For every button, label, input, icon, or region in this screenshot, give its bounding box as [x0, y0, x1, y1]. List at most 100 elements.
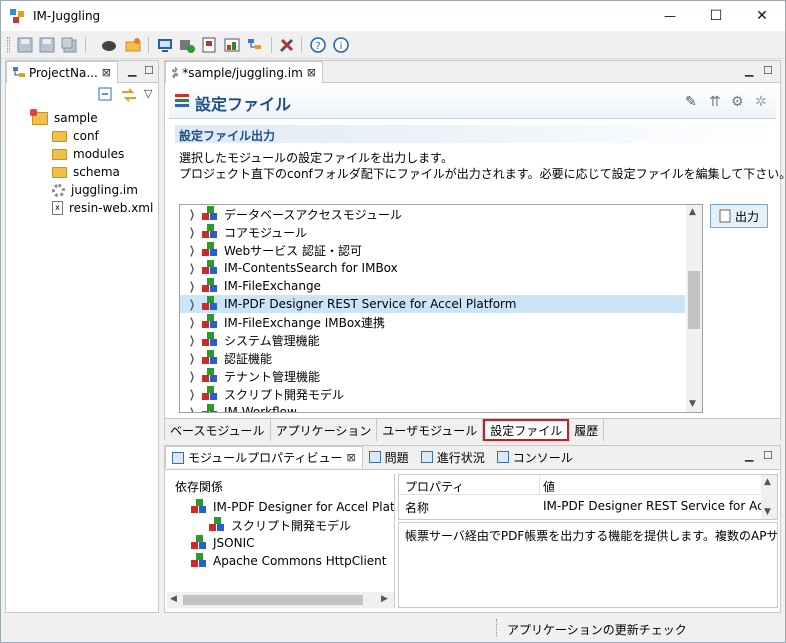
expand-chevron-icon[interactable]: ❯ [187, 244, 197, 257]
module-list-item[interactable]: ❯ データベースアクセスモジュール [180, 205, 685, 223]
expand-chevron-icon[interactable]: ❯ [187, 388, 197, 401]
bottom-tab[interactable]: ユーザモジュール [377, 419, 484, 441]
properties-tab[interactable]: 進行状況 [415, 446, 491, 468]
module-list-item[interactable]: ❯ システム管理機能 [180, 331, 685, 349]
save-all-icon[interactable] [59, 35, 79, 55]
module-icon [202, 206, 218, 222]
expand-chevron-icon[interactable]: ❯ [187, 226, 197, 239]
expand-chevron-icon[interactable]: ❯ [187, 208, 197, 221]
tree-item[interactable]: modules [6, 145, 124, 163]
module-list-scrollbar[interactable]: ▲ ▼ [686, 205, 702, 412]
module-list-item[interactable]: ❯ IM-FileExchange [180, 277, 685, 295]
link-editor-icon[interactable] [120, 87, 138, 103]
module-list-item[interactable]: ❯ Webサービス 認証・認可 [180, 241, 685, 259]
tab-project-navigator[interactable]: ProjectNa... ⊠ [6, 61, 118, 83]
module-list-item[interactable]: ❯ IM-FileExchange IMBox連携 [180, 313, 685, 331]
hscroll-thumb[interactable] [183, 595, 363, 605]
expand-chevron-icon[interactable]: ❯ [187, 352, 197, 365]
export-arrow-icon[interactable]: ⇈ [709, 94, 721, 110]
save-icon[interactable] [15, 35, 35, 55]
minimize-view-icon[interactable]: ▁ [128, 64, 136, 77]
tools-icon[interactable] [277, 35, 297, 55]
image-icon[interactable] [222, 35, 242, 55]
module-list-item[interactable]: ❯ IM-Workflow [180, 403, 685, 413]
close-tab-icon[interactable]: ⊠ [102, 66, 111, 79]
module-list-item[interactable]: ❯ テナント管理機能 [180, 367, 685, 385]
expand-chevron-icon[interactable]: ❯ [187, 370, 197, 383]
module-list-item[interactable]: ❯ IM-PDF Designer REST Service for Accel … [180, 295, 685, 313]
help-icon[interactable]: ? [308, 35, 328, 55]
expand-chevron-icon[interactable]: ❯ [187, 298, 197, 311]
open-folder-icon[interactable] [123, 35, 143, 55]
project-navigator-pane: ProjectNa... ⊠ ▁ ☐ ▽ sample conf modules sc… [5, 60, 159, 613]
properties-tab[interactable]: コンソール [491, 446, 579, 468]
add-module-icon[interactable] [177, 35, 197, 55]
scroll-up-icon[interactable]: ▲ [764, 477, 771, 487]
tree-item[interactable]: x resin-web.xml [6, 199, 153, 217]
expand-chevron-icon[interactable]: ❯ [187, 316, 197, 329]
deploy-icon[interactable] [99, 35, 119, 55]
bottom-tab[interactable]: 履歴 [569, 419, 605, 441]
expand-chevron-icon[interactable]: ❯ [187, 406, 197, 413]
view-menu-icon[interactable]: ▽ [144, 87, 152, 100]
property-row[interactable]: 名称 IM-PDF Designer REST Service for Ac..… [399, 496, 777, 516]
module-list-item[interactable]: ❯ 認証機能 [180, 349, 685, 367]
bottom-tab-strip: ベースモジュール アプリケーション ユーザモジュール 設定ファイル 履歴 [165, 419, 780, 441]
module-list-item[interactable]: ❯ IM-ContentsSearch for IMBox [180, 259, 685, 277]
output-button[interactable]: 出力 [710, 204, 768, 228]
dependency-hscrollbar[interactable]: ◀ ▶ [167, 592, 394, 608]
maximize-button[interactable]: ☐ [693, 1, 739, 31]
scroll-down-icon[interactable]: ▼ [764, 507, 771, 517]
tools-header-icon[interactable]: ⚙ [731, 94, 744, 110]
close-button[interactable]: ✕ [739, 1, 785, 31]
report-icon[interactable] [199, 35, 219, 55]
property-scrollbar[interactable]: ▲ ▼ [761, 475, 777, 519]
scroll-up-icon[interactable]: ▲ [689, 207, 696, 217]
module-list[interactable]: ❯ データベースアクセスモジュール ❯ コアモジュール ❯ Webサービス 認証・認可 ❯ I… [179, 204, 703, 413]
collapse-all-icon[interactable] [98, 87, 114, 103]
project-navigator-tabbar: ProjectNa... ⊠ ▁ ☐ [6, 61, 158, 83]
module-list-item[interactable]: ❯ スクリプト開発モデル [180, 385, 685, 403]
scroll-right-icon[interactable]: ▶ [381, 594, 388, 604]
scroll-thumb[interactable] [688, 271, 700, 329]
dependency-item[interactable]: IM-PDF Designer for Accel Platform [167, 498, 394, 516]
close-tab-icon[interactable]: ⊠ [346, 451, 355, 464]
property-table-header: プロパティ 値 [399, 475, 777, 495]
tree-icon[interactable] [245, 35, 265, 55]
expand-chevron-icon[interactable]: ❯ [187, 280, 197, 293]
maximize-view-icon[interactable]: ☐ [144, 64, 154, 77]
dependency-item[interactable]: JSONIC [167, 534, 255, 552]
maximize-view-icon[interactable]: ☐ [763, 64, 773, 77]
tree-item[interactable]: schema [6, 163, 120, 181]
minimize-view-icon[interactable]: ▁ [745, 64, 753, 77]
properties-tab[interactable]: 問題 [363, 446, 415, 468]
minimize-view-icon[interactable]: ▁ [745, 449, 753, 462]
monitor-icon[interactable] [155, 35, 175, 55]
tree-item[interactable]: conf [6, 127, 99, 145]
expand-chevron-icon[interactable]: ❯ [187, 334, 197, 347]
dependency-header: 依存関係 [175, 480, 224, 494]
maximize-view-icon[interactable]: ☐ [763, 449, 773, 462]
module-list-item[interactable]: ❯ コアモジュール [180, 223, 685, 241]
properties-tab[interactable]: モジュールプロパティビュー ⊠ [165, 446, 363, 468]
dependency-item[interactable]: Apache Commons HttpClient [167, 552, 386, 570]
scroll-down-icon[interactable]: ▼ [689, 399, 696, 409]
info-icon[interactable]: i [331, 35, 351, 55]
save-as-icon[interactable] [37, 35, 57, 55]
settings-header-icon[interactable]: ✲ [755, 94, 767, 110]
tab-juggling-im[interactable]: *sample/juggling.im ⊠ [165, 61, 323, 83]
bottom-tab[interactable]: アプリケーション [270, 419, 378, 441]
module-icon [202, 224, 218, 240]
tree-item[interactable]: sample [6, 108, 98, 127]
dependency-item[interactable]: スクリプト開発モデル [167, 516, 351, 534]
expand-chevron-icon[interactable]: ❯ [187, 262, 197, 275]
main-toolbar: ? i [1, 31, 785, 59]
scroll-left-icon[interactable]: ◀ [170, 594, 177, 604]
wand-icon[interactable]: ✎ [685, 94, 697, 110]
tree-item[interactable]: juggling.im [6, 181, 138, 199]
bottom-tab[interactable]: 設定ファイル [483, 419, 570, 441]
minimize-button[interactable]: — [647, 1, 693, 31]
module-label: IM-ContentsSearch for IMBox [224, 261, 398, 275]
bottom-tab[interactable]: ベースモジュール [165, 419, 271, 441]
close-tab-icon[interactable]: ⊠ [307, 66, 316, 79]
